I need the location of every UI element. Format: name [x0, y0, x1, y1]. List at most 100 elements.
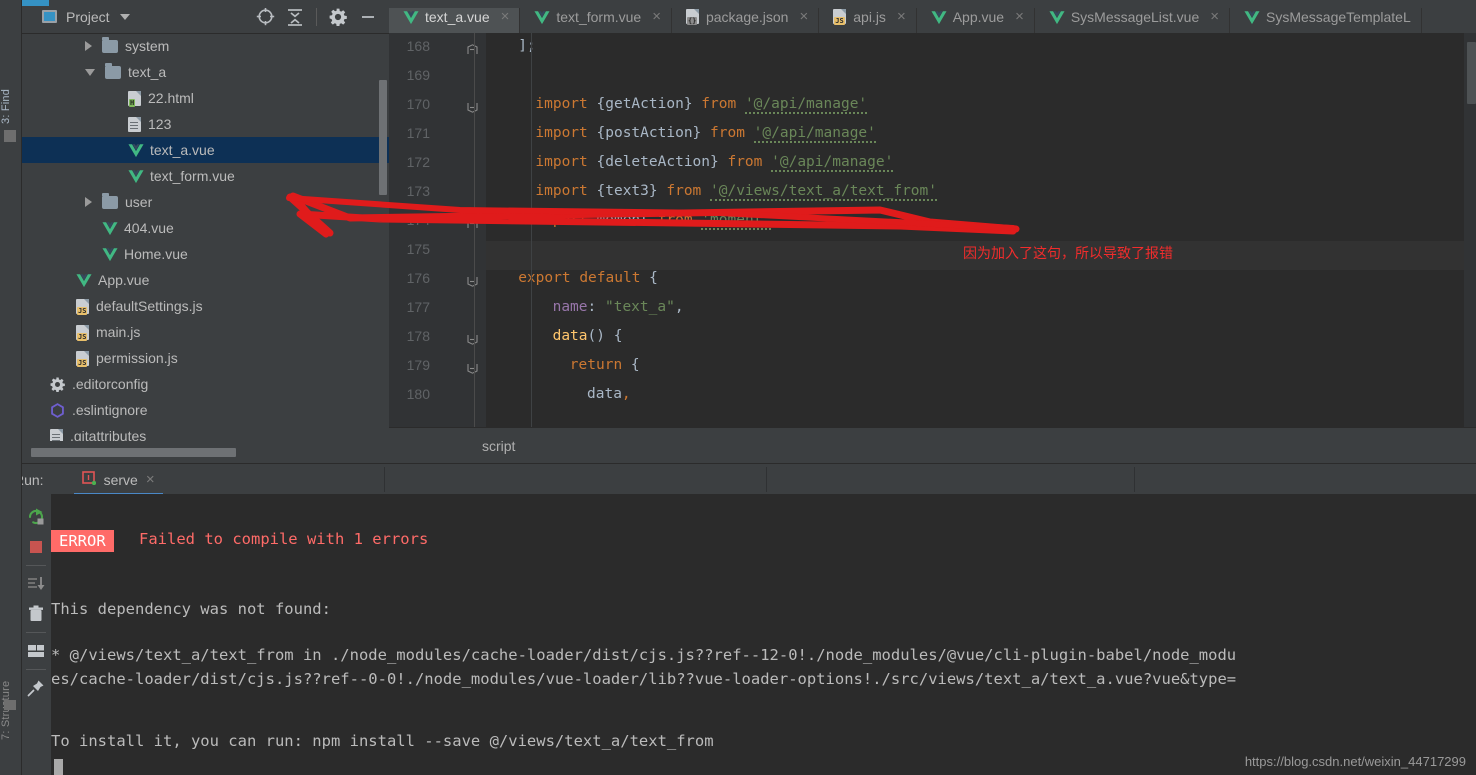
line-number: 170: [406, 96, 430, 112]
pin-icon[interactable]: [22, 673, 50, 703]
left-tool-strip[interactable]: 3: Find 7: Structure: [0, 0, 22, 775]
run-header-divider-2: [766, 467, 767, 492]
code-line-172[interactable]: import {deleteAction} from '@/api/manage…: [535, 154, 894, 172]
editor-tab-label: api.js: [853, 8, 886, 25]
run-console-output[interactable]: ERROR Failed to compile with 1 errors Th…: [51, 494, 1476, 775]
layout-icon[interactable]: [22, 636, 50, 666]
folder-icon: [102, 192, 118, 209]
tree-item-label: 22.html: [148, 90, 194, 106]
code-line-173[interactable]: import {text3} from '@/views/text_a/text…: [535, 183, 937, 201]
editor-tab-label: package.json: [705, 8, 789, 25]
tree-item-app-vue[interactable]: App.vue: [21, 267, 389, 293]
editor-gutter[interactable]: 168 169 170 171 172 173 174 175 176 177 178 179 180: [389, 33, 486, 433]
editor-code-view[interactable]: ]; import {getAction} from '@/api/manage'…: [486, 33, 1476, 428]
editor-vertical-scrollbar[interactable]: [1467, 42, 1476, 104]
code-fold-end-icon[interactable]: [467, 217, 478, 228]
code-line-168[interactable]: ];: [518, 38, 535, 54]
tree-item--eslintignore[interactable]: .eslintignore: [21, 397, 389, 423]
code-fold-start-icon[interactable]: [467, 275, 478, 287]
dependency-header: This dependency was not found:: [51, 600, 331, 618]
tree-item-text-a-vue[interactable]: text_a.vue: [21, 137, 389, 163]
tree-item-22-html[interactable]: H 22.html: [21, 85, 389, 111]
tree-item-label: 404.vue: [124, 220, 174, 236]
code-fold-start-icon[interactable]: [467, 101, 478, 113]
code-fold-start-icon[interactable]: [467, 362, 478, 374]
tree-item-label: main.js: [96, 324, 141, 340]
line-number: 173: [406, 183, 430, 199]
tree-item-system[interactable]: system: [21, 33, 389, 59]
tree-item--editorconfig[interactable]: .editorconfig: [21, 371, 389, 397]
close-icon[interactable]: ×: [1015, 8, 1024, 25]
tree-item-404-vue[interactable]: 404.vue: [21, 215, 389, 241]
expand-arrow-icon[interactable]: [85, 41, 92, 51]
left-strip-top-label[interactable]: 3: Find: [0, 14, 21, 124]
code-line-179[interactable]: return {: [570, 357, 640, 373]
vue-file-icon: [1244, 10, 1260, 24]
chevron-down-icon[interactable]: [119, 13, 130, 20]
scroll-to-end-icon[interactable]: [22, 569, 50, 599]
vue-file-icon: [534, 10, 550, 24]
editor-breadcrumb[interactable]: script: [389, 427, 1476, 463]
run-header-divider-3: [1134, 467, 1135, 492]
dependency-line-2: es/cache-loader/dist/cjs.js??ref--0-0!./…: [51, 670, 1237, 688]
tree-item-defaultsettings-js[interactable]: JS defaultSettings.js: [21, 293, 389, 319]
run-panel-toolbar[interactable]: [21, 494, 52, 775]
editorconfig-gear-icon: [50, 377, 65, 392]
code-line-180[interactable]: data,: [587, 386, 631, 402]
code-line-170[interactable]: import {getAction} from '@/api/manage': [535, 96, 868, 114]
editor-tab-label: text_a.vue: [425, 8, 490, 25]
editor-tab-label: SysMessageTemplateL: [1266, 8, 1411, 25]
code-fold-start-icon[interactable]: [467, 333, 478, 345]
tree-vertical-scrollbar[interactable]: [379, 80, 387, 195]
vue-file-icon: [128, 169, 144, 184]
rerun-icon[interactable]: [22, 502, 50, 532]
code-line-176[interactable]: export default {: [518, 270, 658, 286]
close-icon[interactable]: ×: [501, 8, 510, 25]
indent-guide-line: [531, 33, 532, 428]
code-line-174[interactable]: import moment from 'moment': [535, 212, 772, 230]
tree-item-123[interactable]: 123: [21, 111, 389, 137]
tree-item-label: system: [125, 38, 170, 54]
tree-item--gitattributes[interactable]: .gitattributes: [21, 423, 389, 441]
left-strip-marker-bottom: [4, 700, 16, 710]
code-line-171[interactable]: import {postAction} from '@/api/manage': [535, 125, 876, 143]
tree-item-text-form-vue[interactable]: text_form.vue: [21, 163, 389, 189]
code-fold-end-icon[interactable]: [467, 43, 478, 54]
tree-item-main-js[interactable]: JS main.js: [21, 319, 389, 345]
tree-item-label: user: [125, 194, 153, 210]
expand-arrow-icon[interactable]: [85, 68, 95, 76]
run-tab-serve[interactable]: serve ×: [73, 464, 163, 496]
run-config-icon: [81, 471, 96, 488]
trash-icon[interactable]: [22, 599, 50, 629]
tree-horizontal-scrollbar[interactable]: [21, 448, 389, 457]
stop-icon[interactable]: [22, 532, 50, 562]
close-icon[interactable]: ×: [146, 471, 155, 488]
install-hint: To install it, you can run: npm install …: [51, 732, 714, 750]
json-file-icon: {}: [685, 9, 699, 25]
expand-arrow-icon[interactable]: [85, 197, 92, 207]
html-file-icon: H: [128, 90, 141, 107]
folder-icon: [102, 36, 118, 53]
code-line-178[interactable]: data() {: [553, 328, 623, 344]
run-tab-label: serve: [103, 471, 138, 488]
close-icon[interactable]: ×: [799, 8, 808, 25]
js-file-icon: JS: [76, 298, 89, 315]
eslint-file-icon: [50, 402, 65, 418]
project-file-tree[interactable]: system text_a H 22.html 123 text_a.vue text_fo…: [21, 33, 389, 441]
vue-file-icon: [76, 273, 92, 288]
code-line-177[interactable]: name: "text_a",: [553, 299, 684, 315]
error-badge: ERROR: [51, 530, 114, 552]
close-icon[interactable]: ×: [652, 8, 661, 25]
left-strip-bottom-label[interactable]: 7: Structure: [0, 600, 21, 740]
tree-item-home-vue[interactable]: Home.vue: [21, 241, 389, 267]
close-icon[interactable]: ×: [1210, 8, 1219, 25]
error-title: Failed to compile with 1 errors: [139, 530, 429, 548]
tree-item-permission-js[interactable]: JS permission.js: [21, 345, 389, 371]
close-icon[interactable]: ×: [897, 8, 906, 25]
tree-item-text-a[interactable]: text_a: [21, 59, 389, 85]
vue-file-icon: [1049, 10, 1065, 24]
tree-item-user[interactable]: user: [21, 189, 389, 215]
